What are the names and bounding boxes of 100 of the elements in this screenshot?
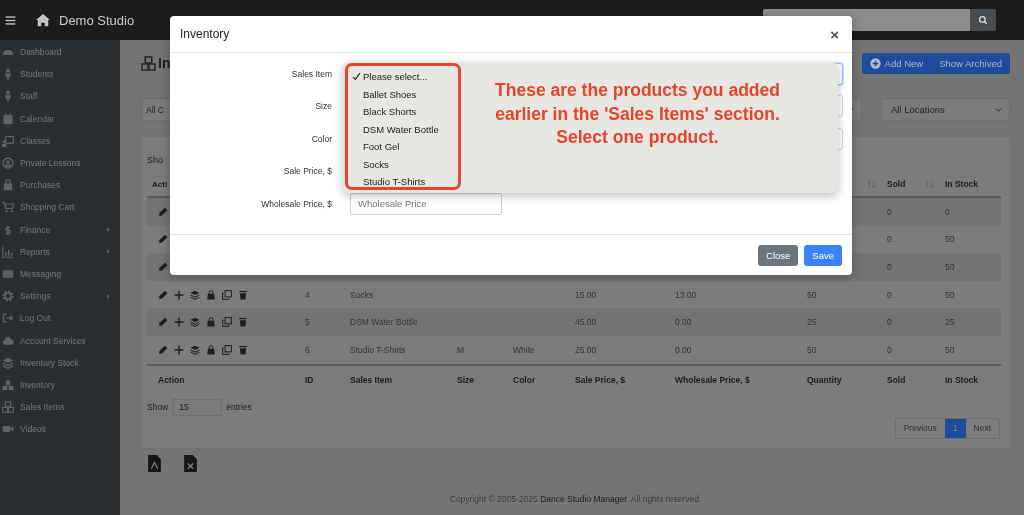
column-header[interactable]: Sales Item xyxy=(350,374,393,385)
column-header[interactable]: Action xyxy=(158,374,185,385)
settings-icon xyxy=(2,290,14,303)
table-cell: 50 xyxy=(807,289,817,300)
table-cell: 6 xyxy=(305,344,310,355)
sidebar-item[interactable]: Dashboard xyxy=(0,41,120,64)
column-header[interactable]: Size xyxy=(457,374,474,385)
trash-icon xyxy=(238,344,248,355)
pencil-icon xyxy=(158,262,168,272)
table-cell: 0 xyxy=(887,234,892,245)
location-select[interactable]: All Locations xyxy=(881,98,1010,121)
show-label: Show xyxy=(147,402,169,413)
sidebar-item[interactable]: Log Out xyxy=(0,307,120,330)
table-cell: Socks xyxy=(350,289,374,300)
entries-select[interactable]: 15 xyxy=(172,398,223,416)
plus-icon xyxy=(174,317,184,328)
table-cell: White xyxy=(513,344,535,355)
trash-icon xyxy=(238,317,248,328)
table-cell: Studio T-Shirts xyxy=(350,344,406,355)
check-icon xyxy=(352,72,361,82)
add-new-button[interactable]: Add New xyxy=(861,52,932,74)
column-header[interactable]: In Stock xyxy=(945,179,979,189)
company-link[interactable]: Dance Studio Manager xyxy=(540,494,627,504)
column-header[interactable]: Color xyxy=(513,374,536,385)
table-cell: 15.00 xyxy=(575,289,597,300)
plus-icon xyxy=(174,344,184,355)
dropdown-option[interactable]: Please select... xyxy=(348,68,458,86)
page-button[interactable]: Previous xyxy=(895,418,945,438)
sidebar-item[interactable]: Classes xyxy=(0,129,120,152)
pencil-icon xyxy=(158,344,168,355)
copy-icon xyxy=(222,289,232,300)
show-label: Sho xyxy=(147,154,163,165)
table-cell: 50 xyxy=(945,262,955,272)
bag-icon xyxy=(206,289,216,300)
column-header[interactable]: Sale Price, $ xyxy=(575,374,626,385)
dropdown-option[interactable]: Socks xyxy=(348,155,458,173)
plus-icon xyxy=(174,289,184,300)
dropdown-option[interactable]: Studio T-Shirts xyxy=(348,173,458,191)
field-label: Wholesale Price, $ xyxy=(260,198,332,209)
sidebar-item[interactable]: Account Services xyxy=(0,329,120,352)
dropdown-option[interactable]: Black Shorts xyxy=(348,103,458,121)
column-header[interactable]: ID xyxy=(305,374,314,385)
sort-icon xyxy=(867,179,876,189)
pencil-icon xyxy=(158,317,168,328)
sidebar-item[interactable]: Purchases xyxy=(0,174,120,197)
sidebar-item[interactable]: Videos xyxy=(0,418,120,441)
layers-icon xyxy=(190,317,200,328)
sidebar-item[interactable]: Settings xyxy=(0,285,120,308)
column-header[interactable]: Acti xyxy=(152,179,168,189)
input-field[interactable]: Wholesale Price xyxy=(350,192,502,215)
pencil-icon xyxy=(158,206,168,217)
brand-name[interactable]: Demo Studio xyxy=(59,12,135,28)
bag-icon xyxy=(206,317,216,328)
menu-icon xyxy=(5,14,16,26)
boxes-icon xyxy=(2,378,14,391)
sidebar-item[interactable]: Staff xyxy=(0,85,120,108)
column-header[interactable]: Wholesale Price, $ xyxy=(675,374,750,385)
table-cell: 0.00 xyxy=(675,344,692,355)
sidebar-item[interactable]: Inventory xyxy=(0,373,120,396)
logout-icon xyxy=(2,312,14,325)
sidebar-item[interactable]: Calendar xyxy=(0,107,120,130)
table-cell: 5 xyxy=(305,317,310,328)
bag-icon xyxy=(2,179,14,192)
sidebar-item[interactable]: Sales Items xyxy=(0,396,120,419)
sidebar-item[interactable]: Inventory Stock xyxy=(0,351,120,374)
copy-icon xyxy=(222,317,232,328)
dialog-title: Inventory xyxy=(180,27,230,41)
save-button[interactable]: Save xyxy=(804,244,842,266)
sidebar-item[interactable]: Private Lessons xyxy=(0,151,120,175)
sidebar-item[interactable]: Finance xyxy=(0,218,120,241)
envelope-icon xyxy=(2,267,14,280)
table-cell: 0 xyxy=(887,344,892,355)
table-cell: 45.00 xyxy=(575,317,597,328)
submenu-arrow-icon xyxy=(104,292,111,300)
table-cell: 50 xyxy=(945,344,955,355)
column-header[interactable]: Quantity xyxy=(807,374,842,385)
field-label: Size xyxy=(314,101,332,112)
dropdown-option[interactable]: Ballet Shoes xyxy=(348,85,458,103)
column-header[interactable]: Sold xyxy=(887,179,906,189)
search-button[interactable] xyxy=(970,9,996,31)
sidebar-item[interactable]: Messaging xyxy=(0,262,120,286)
home-icon xyxy=(36,13,50,27)
caret-icon xyxy=(994,105,1003,114)
close-button[interactable]: × xyxy=(826,26,843,42)
person-icon xyxy=(2,68,14,81)
page-button[interactable]: 1 xyxy=(944,418,966,438)
table-cell: 50 xyxy=(945,289,955,300)
dropdown-option[interactable]: DSM Water Bottle xyxy=(348,120,458,138)
sidebar-item[interactable]: Students xyxy=(0,63,120,86)
column-header[interactable]: Sold xyxy=(887,374,906,385)
dropdown-option[interactable]: Foot Gel xyxy=(348,138,458,156)
show-archived-button[interactable]: Show Archived xyxy=(931,52,1010,74)
cloud-icon xyxy=(2,334,14,347)
page-button[interactable]: Next xyxy=(965,418,999,438)
sidebar-item[interactable]: Shopping Cart xyxy=(0,196,120,219)
sidebar-item[interactable]: Reports xyxy=(0,240,120,263)
field-label: Sales Item xyxy=(290,69,332,79)
close-button[interactable]: Close xyxy=(758,244,799,266)
layers-icon xyxy=(190,289,200,300)
column-header[interactable]: In Stock xyxy=(945,374,979,385)
